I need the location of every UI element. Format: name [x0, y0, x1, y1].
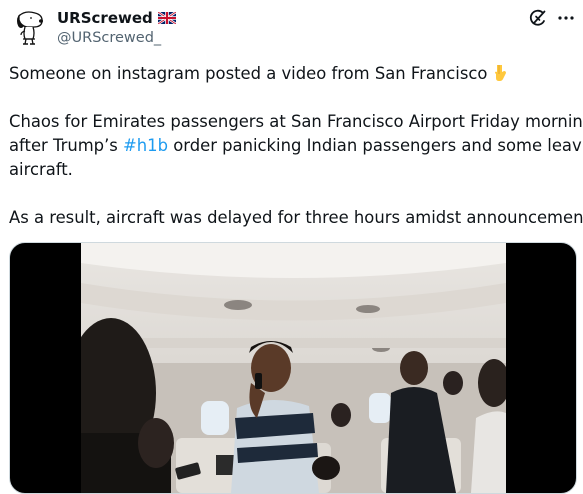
tweet-line: after Trump’s #h1b order panicking India…	[9, 134, 583, 158]
tweet-line: aircraft.	[9, 160, 73, 179]
tweet-line: Chaos for Emirates passengers at San Fra…	[9, 112, 583, 131]
author-handle[interactable]: @URScrewed_	[57, 30, 176, 46]
more-icon[interactable]	[557, 8, 575, 28]
pointing-down-emoji-icon	[491, 64, 509, 82]
tweet-line-text: after Trump’s	[9, 136, 124, 155]
grok-icon[interactable]	[528, 8, 548, 28]
avatar[interactable]	[9, 8, 49, 48]
video-frame[interactable]	[81, 243, 506, 493]
uk-flag-icon	[157, 12, 176, 24]
tweet-line: As a result, aircraft was delayed for th…	[9, 208, 583, 227]
author-block[interactable]: URScrewed @URScrewed_	[57, 8, 176, 46]
tweet-line-text: Someone on instagram posted a video from…	[9, 64, 488, 83]
hashtag-link[interactable]: #h1b	[123, 136, 168, 155]
tweet-text: Someone on instagram posted a video from…	[9, 62, 583, 230]
tweet-line: Someone on instagram posted a video from…	[9, 62, 575, 86]
author-display-name[interactable]: URScrewed	[57, 9, 153, 27]
tweet-line-text: order panicking Indian passengers and so…	[168, 136, 583, 155]
snoopy-avatar-icon	[9, 8, 49, 48]
video-player[interactable]	[9, 242, 577, 494]
tweet-card: URScrewed @URScrewed_ Someone on instagr…	[0, 0, 583, 494]
